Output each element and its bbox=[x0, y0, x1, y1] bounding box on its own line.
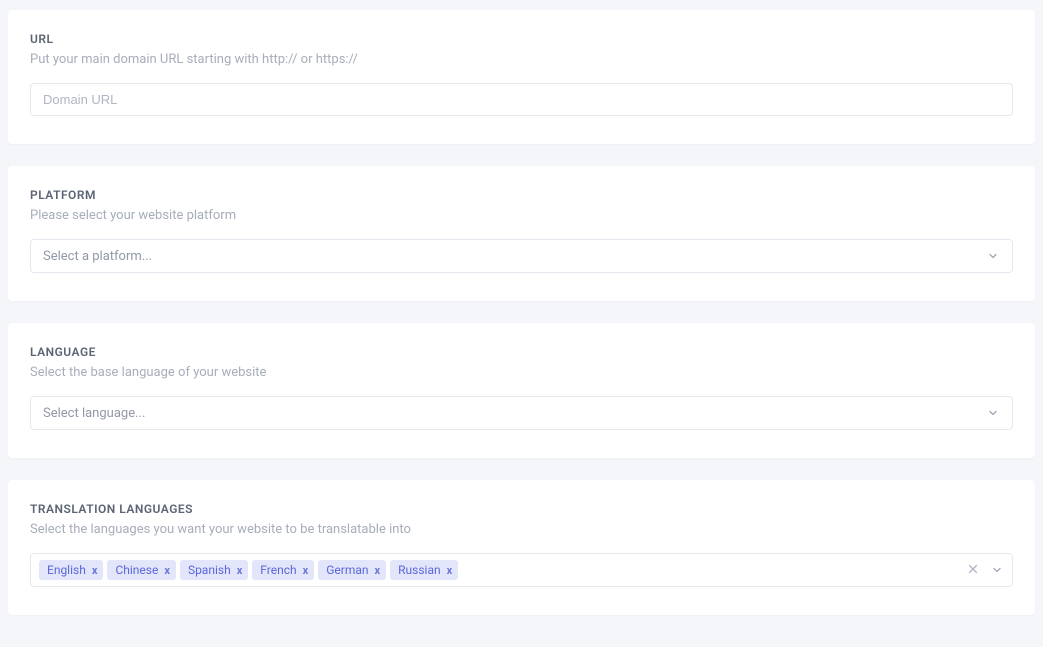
translation-section: TRANSLATION LANGUAGES Select the languag… bbox=[8, 480, 1035, 615]
language-select-placeholder: Select language... bbox=[43, 406, 145, 421]
translation-tags-container: EnglishxChinesexSpanishxFrenchxGermanxRu… bbox=[39, 560, 958, 580]
platform-select-placeholder: Select a platform... bbox=[43, 249, 152, 264]
translation-subtitle: Select the languages you want your websi… bbox=[30, 522, 1013, 537]
remove-tag-icon[interactable]: x bbox=[92, 565, 98, 576]
translation-tag: Germanx bbox=[318, 560, 386, 580]
remove-tag-icon[interactable]: x bbox=[164, 565, 170, 576]
clear-all-icon[interactable] bbox=[966, 562, 980, 579]
chevron-down-icon bbox=[986, 406, 1000, 420]
chevron-down-icon[interactable] bbox=[990, 563, 1004, 577]
url-section: URL Put your main domain URL starting wi… bbox=[8, 10, 1035, 144]
platform-subtitle: Please select your website platform bbox=[30, 208, 1013, 223]
translation-select-actions bbox=[958, 562, 1004, 579]
language-section: LANGUAGE Select the base language of you… bbox=[8, 323, 1035, 458]
translation-tag-label: English bbox=[47, 563, 86, 577]
url-input[interactable] bbox=[30, 83, 1013, 116]
remove-tag-icon[interactable]: x bbox=[303, 565, 309, 576]
translation-tag-label: French bbox=[260, 563, 296, 577]
translation-tag-label: Russian bbox=[398, 563, 440, 577]
platform-select[interactable]: Select a platform... bbox=[30, 239, 1013, 273]
translation-tag: Chinese x bbox=[107, 560, 176, 580]
platform-section: PLATFORM Please select your website plat… bbox=[8, 166, 1035, 301]
chevron-down-icon bbox=[986, 249, 1000, 263]
translation-tag-label: Chinese bbox=[115, 563, 158, 577]
translation-tag-label: German bbox=[326, 563, 368, 577]
url-subtitle: Put your main domain URL starting with h… bbox=[30, 52, 1013, 67]
translation-tag: Frenchx bbox=[252, 560, 314, 580]
remove-tag-icon[interactable]: x bbox=[237, 565, 243, 576]
url-title: URL bbox=[30, 32, 1013, 46]
platform-title: PLATFORM bbox=[30, 188, 1013, 202]
translation-title: TRANSLATION LANGUAGES bbox=[30, 502, 1013, 516]
translation-tag: Russian x bbox=[390, 560, 458, 580]
translation-tag-label: Spanish bbox=[188, 563, 231, 577]
translation-tag: English x bbox=[39, 560, 103, 580]
remove-tag-icon[interactable]: x bbox=[447, 565, 453, 576]
translation-tag: Spanish x bbox=[180, 560, 248, 580]
translation-select[interactable]: EnglishxChinesexSpanishxFrenchxGermanxRu… bbox=[30, 553, 1013, 587]
language-subtitle: Select the base language of your website bbox=[30, 365, 1013, 380]
language-select[interactable]: Select language... bbox=[30, 396, 1013, 430]
remove-tag-icon[interactable]: x bbox=[375, 565, 381, 576]
language-title: LANGUAGE bbox=[30, 345, 1013, 359]
